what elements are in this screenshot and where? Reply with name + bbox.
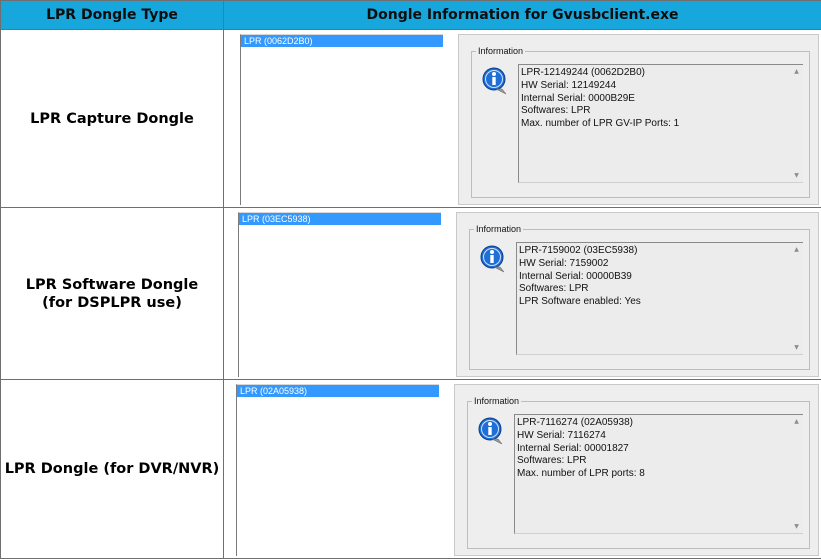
dongle-list[interactable]: LPR (0062D2B0) [240,34,443,205]
dongle-type-cell: LPR Software Dongle (for DSPLPR use) [0,207,224,380]
info-line: LPR-7116274 (02A05938) [517,417,634,428]
information-panel: Information LPR-7159002 (03EC5938) HW Se… [456,212,819,377]
scroll-down-arrow-icon[interactable]: ▼ [792,522,801,531]
dongle-type-label: LPR Software Dongle [25,276,199,293]
info-line: HW Serial: 7116274 [517,429,606,441]
header-dongle-type: LPR Dongle Type [0,0,224,30]
information-panel: Information LPR-12149244 (0062D2B0) HW S… [458,34,819,205]
information-groupbox: Information LPR-12149244 (0062D2B0) HW S… [471,45,810,198]
vertical-scrollbar[interactable]: ▲ ▼ [790,65,803,182]
information-legend: Information [474,223,524,235]
dongle-info-screenshot: LPR (03EC5938) Information LPR-7159002 (… [224,208,821,379]
information-text-box[interactable]: LPR-12149244 (0062D2B0) HW Serial: 12149… [518,64,803,183]
dongle-table: LPR Dongle Type Dongle Information for G… [0,0,821,559]
information-lines: LPR-7159002 (03EC5938) HW Serial: 715900… [519,245,787,309]
dongle-type-cell: LPR Capture Dongle [0,29,224,208]
info-line: Internal Serial: 00000B39 [519,270,632,282]
scroll-up-arrow-icon[interactable]: ▲ [792,67,801,76]
information-text-box[interactable]: LPR-7116274 (02A05938) HW Serial: 711627… [514,414,803,534]
info-icon [478,417,503,445]
info-line: Internal Serial: 00001827 [517,442,629,454]
dongle-type-label: LPR Dongle (for DVR/NVR) [4,461,220,477]
info-line: HW Serial: 12149244 [521,79,617,91]
info-icon [482,67,507,95]
scroll-down-arrow-icon[interactable]: ▼ [792,171,801,180]
dongle-list[interactable]: LPR (03EC5938) [238,212,441,377]
vertical-scrollbar[interactable]: ▲ ▼ [790,415,803,533]
information-legend: Information [476,45,526,57]
dongle-info-cell: LPR (0062D2B0) Information LPR-12149244 … [223,29,821,208]
info-line: Softwares: LPR [521,105,591,117]
information-legend: Information [472,395,522,407]
scroll-up-arrow-icon[interactable]: ▲ [792,417,801,426]
dongle-list-item-selected[interactable]: LPR (03EC5938) [239,213,441,225]
information-lines: LPR-7116274 (02A05938) HW Serial: 711627… [517,417,787,481]
info-line: Max. number of LPR ports: 8 [517,468,645,480]
scroll-down-arrow-icon[interactable]: ▼ [792,343,801,352]
dongle-list-item-selected[interactable]: LPR (02A05938) [237,385,439,397]
info-line: Internal Serial: 0000B29E [521,92,635,104]
dongle-list[interactable]: LPR (02A05938) [236,384,439,556]
dongle-info-screenshot: LPR (02A05938) Information LPR-7116274 (… [222,380,821,558]
table-header-row: LPR Dongle Type Dongle Information for G… [0,0,821,30]
info-line: HW Serial: 7159002 [519,257,609,269]
info-line: Softwares: LPR [517,455,587,467]
dongle-info-cell: LPR (02A05938) Information LPR-7116274 (… [222,379,821,559]
information-text-box[interactable]: LPR-7159002 (03EC5938) HW Serial: 715900… [516,242,803,355]
dongle-type-cell: LPR Dongle (for DVR/NVR) [0,379,224,559]
header-dongle-information: Dongle Information for Gvusbclient.exe [223,0,821,30]
dongle-list-item-selected[interactable]: LPR (0062D2B0) [241,35,443,47]
info-line: Max. number of LPR GV-IP Ports: 1 [521,118,680,130]
information-groupbox: Information LPR-7159002 (03EC5938) HW Se… [469,223,810,370]
table-row: LPR Dongle (for DVR/NVR) LPR (02A05938) … [0,379,821,559]
information-panel: Information LPR-7116274 (02A05938) HW Se… [454,384,819,556]
information-lines: LPR-12149244 (0062D2B0) HW Serial: 12149… [521,67,787,131]
info-line: LPR-7159002 (03EC5938) [519,245,638,256]
dongle-info-cell: LPR (03EC5938) Information LPR-7159002 (… [223,207,821,380]
dongle-info-screenshot: LPR (0062D2B0) Information LPR-12149244 … [226,30,821,207]
scroll-up-arrow-icon[interactable]: ▲ [792,245,801,254]
info-line: LPR-12149244 (0062D2B0) [521,67,645,78]
dongle-type-sublabel: (for DSPLPR use) [42,294,182,311]
table-row: LPR Software Dongle (for DSPLPR use) LPR… [0,207,821,380]
vertical-scrollbar[interactable]: ▲ ▼ [790,243,803,354]
table-row: LPR Capture Dongle LPR (0062D2B0) Inform… [0,29,821,208]
dongle-type-label: LPR Capture Dongle [30,110,194,127]
info-line: LPR Software enabled: Yes [519,296,641,308]
information-groupbox: Information LPR-7116274 (02A05938) HW Se… [467,395,810,549]
info-line: Softwares: LPR [519,283,589,295]
info-icon [480,245,505,273]
